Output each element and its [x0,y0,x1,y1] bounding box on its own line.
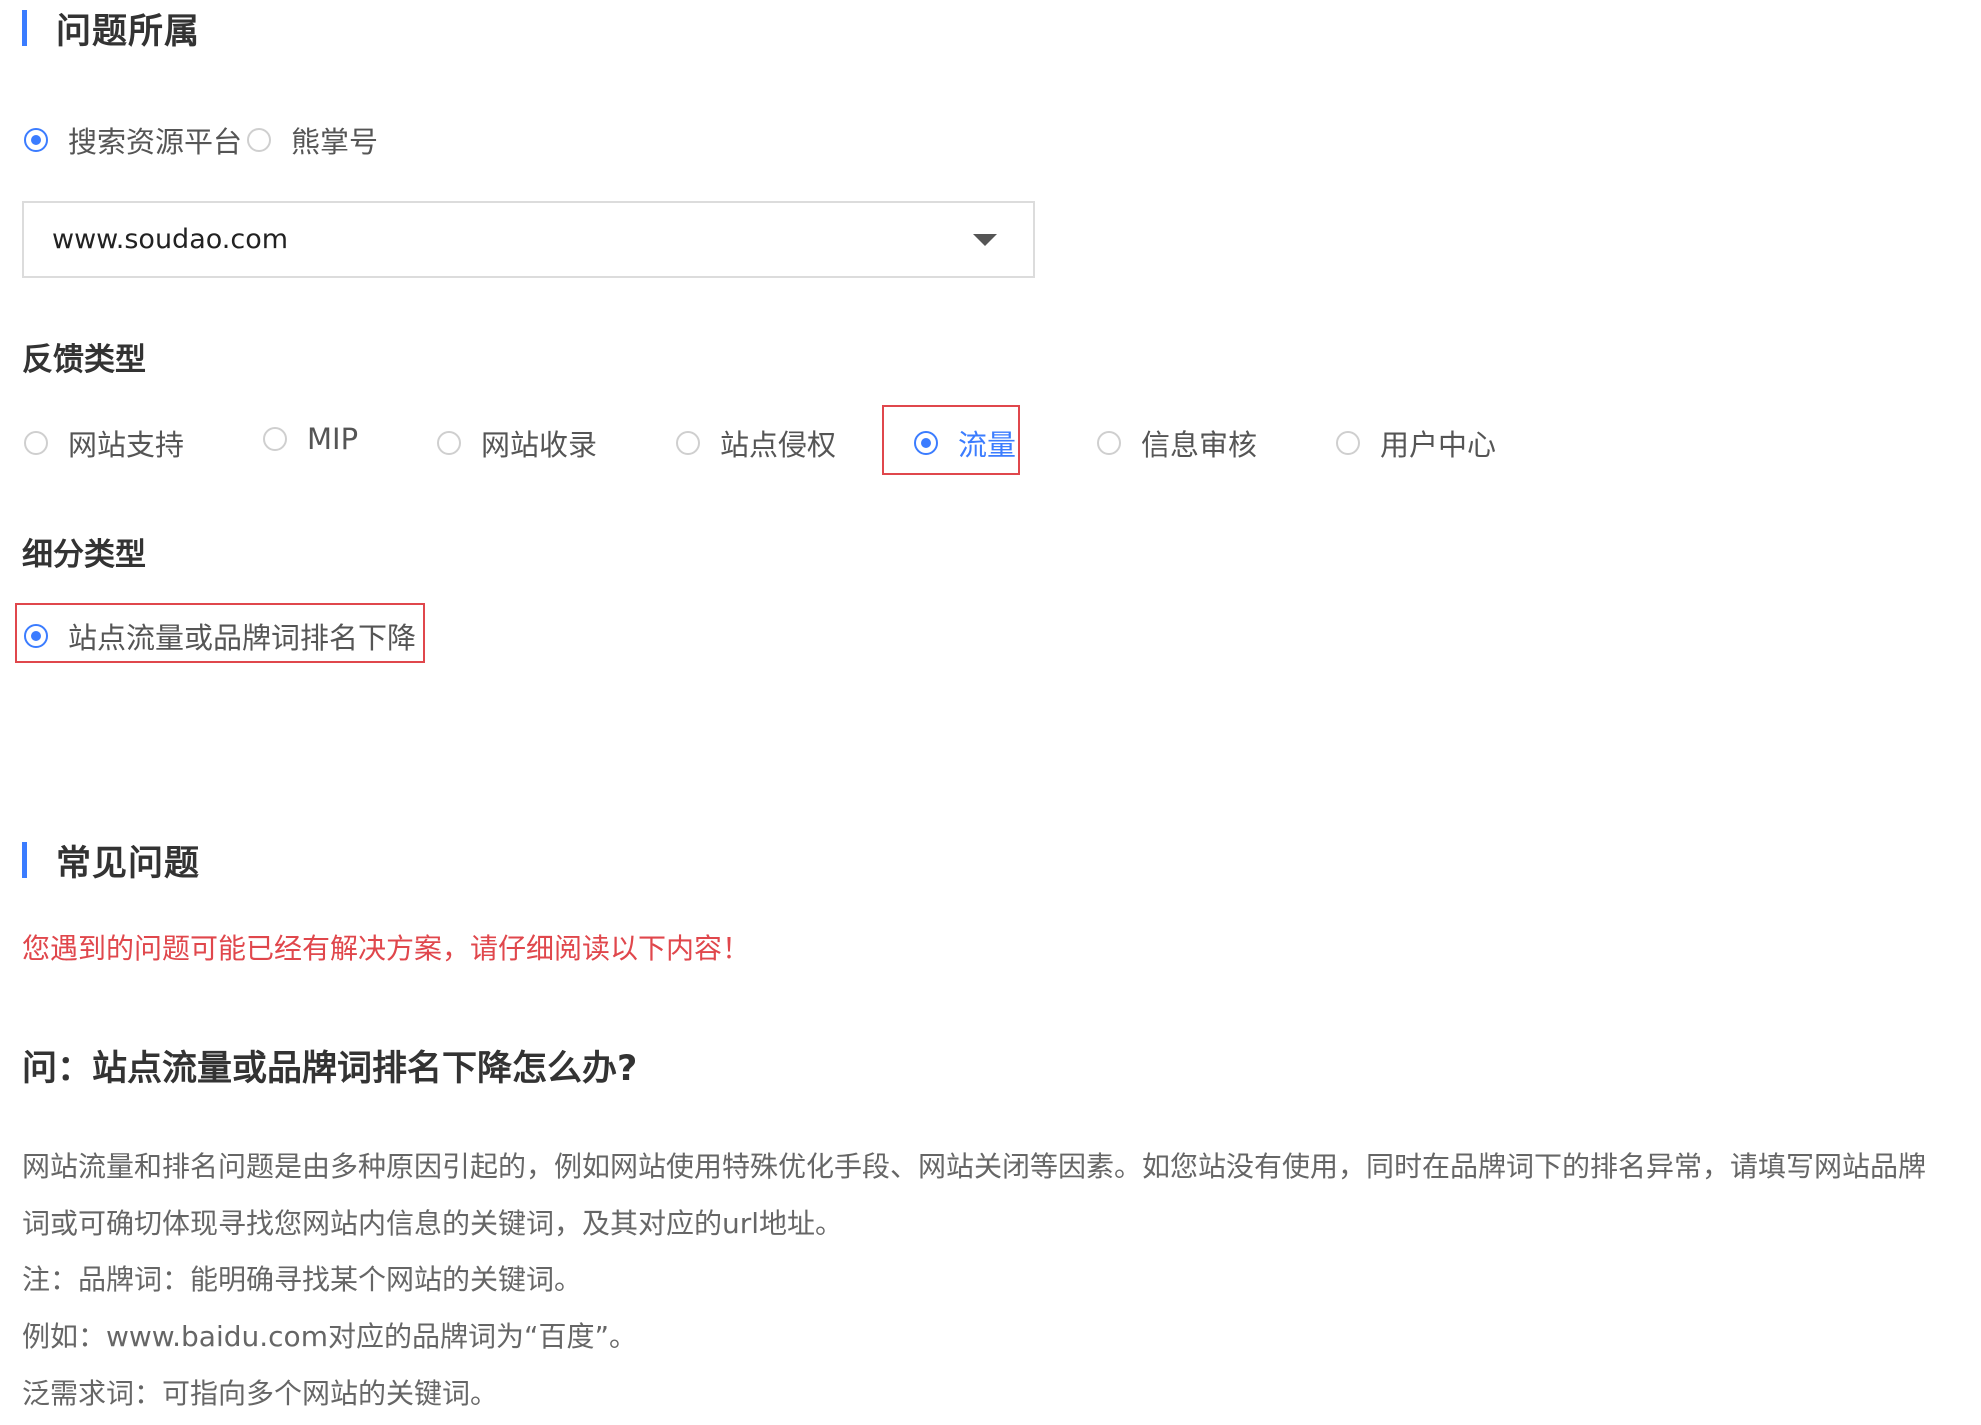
radio-label: MIP [307,422,359,456]
faq-answer-line: 例如：www.baidu.com对应的品牌词为“百度”。 [22,1320,637,1353]
chevron-down-icon [973,233,997,246]
faq-answer-line: 词或可确切体现寻找您网站内信息的关键词，及其对应的url地址。 [22,1207,844,1240]
faq-answer-line: 泛需求词：可指向多个网站的关键词。 [22,1377,499,1410]
section-belong-title: 问题所属 [56,11,201,52]
faq-answer-line: 网站流量和排名问题是由多种原因引起的，例如网站使用特殊优化手段、网站关闭等因素。… [22,1150,1927,1183]
radio-feedback-indexing[interactable]: 网站收录 [437,422,597,464]
faq-question: 问：站点流量或品牌词排名下降怎么办? [22,1049,638,1089]
radio-checked-icon [24,624,48,648]
radio-unchecked-icon [1097,431,1121,455]
radio-label: 站点流量或品牌词排名下降 [68,621,417,655]
sub-type-label: 细分类型 [22,537,146,573]
radio-feedback-user-center[interactable]: 用户中心 [1336,422,1496,464]
radio-unchecked-icon [24,431,48,455]
radio-label: 用户中心 [1380,428,1497,462]
radio-feedback-mip[interactable]: MIP [263,422,358,456]
feedback-type-label: 反馈类型 [22,342,146,378]
radio-label: 流量 [958,428,1017,462]
radio-label: 搜索资源平台 [68,125,243,159]
radio-unchecked-icon [247,128,271,152]
radio-label: 站点侵权 [720,428,837,462]
faq-answer-line: 注：品牌词：能明确寻找某个网站的关键词。 [22,1263,583,1296]
radio-unchecked-icon [676,431,700,455]
section-belong-heading: 问题所属 [22,6,200,52]
section-faq-heading: 常见问题 [22,838,200,884]
radio-label: 网站收录 [481,428,598,462]
radio-feedback-site-support[interactable]: 网站支持 [24,422,184,464]
site-select-dropdown[interactable]: www.soudao.com [22,201,1035,278]
radio-unchecked-icon [437,431,461,455]
radio-checked-icon [24,128,48,152]
radio-platform-xiongzhang[interactable]: 熊掌号 [247,119,378,161]
site-select-value: www.soudao.com [52,224,289,255]
radio-platform-search-resource[interactable]: 搜索资源平台 [24,119,242,161]
radio-unchecked-icon [263,427,287,451]
section-accent-bar [22,10,27,46]
radio-feedback-infringement[interactable]: 站点侵权 [676,422,836,464]
section-accent-bar [22,842,27,878]
radio-subtype-traffic-drop[interactable]: 站点流量或品牌词排名下降 [24,615,416,657]
radio-label: 网站支持 [68,428,185,462]
section-faq-title: 常见问题 [56,843,201,884]
radio-label: 熊掌号 [291,125,379,159]
radio-unchecked-icon [1336,431,1360,455]
radio-feedback-traffic[interactable]: 流量 [914,422,1016,464]
radio-label: 信息审核 [1141,428,1258,462]
radio-feedback-info-review[interactable]: 信息审核 [1097,422,1257,464]
faq-notice: 您遇到的问题可能已经有解决方案，请仔细阅读以下内容！ [22,932,751,965]
radio-checked-icon [914,431,938,455]
